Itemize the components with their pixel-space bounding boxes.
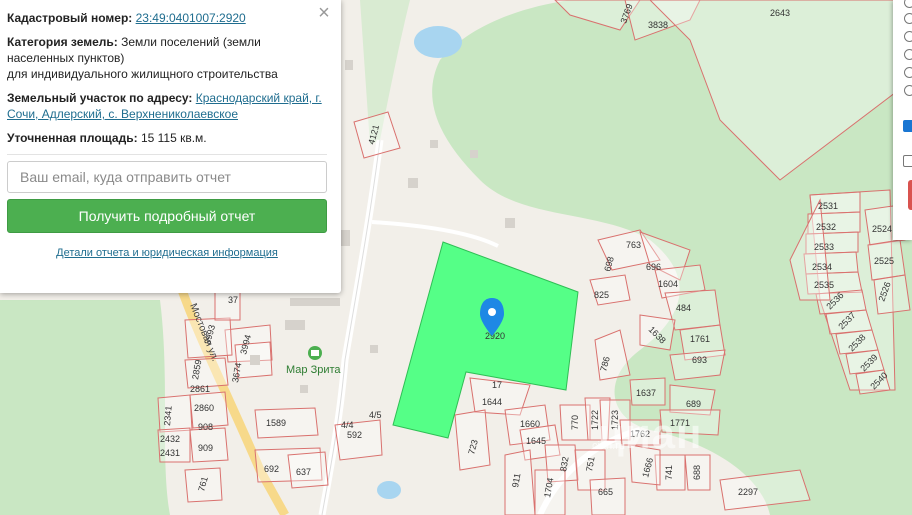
parcel-number: 2525: [874, 256, 894, 266]
parcel-number: 692: [264, 464, 279, 474]
poi-label: Мар Зрита: [286, 364, 341, 376]
parcel-number: 2534: [812, 262, 832, 272]
layer-radio[interactable]: [904, 31, 912, 42]
parcel-number: 1604: [658, 279, 678, 289]
category-use: для индивидуального жилищного строительс…: [7, 67, 278, 81]
parcel-number: 2297: [738, 487, 758, 497]
layer-radio[interactable]: [904, 67, 912, 78]
parcel-number: 2531: [818, 201, 838, 211]
poi-mar-zrita[interactable]: [308, 346, 322, 360]
parcel-number: 696: [646, 262, 661, 272]
parcel-number: 741: [664, 465, 674, 480]
pond: [414, 26, 462, 58]
parcel-number: 1761: [690, 334, 710, 344]
layer-radio[interactable]: [904, 85, 912, 96]
layer-radio[interactable]: [904, 0, 912, 8]
parcel-number: 689: [686, 399, 701, 409]
parcel-number: 4/5: [369, 410, 382, 420]
area-label: Уточненная площадь:: [7, 131, 138, 145]
parcel-info-popup: × Кадастровый номер: 23:49:0401007:2920 …: [0, 0, 341, 293]
parcel-number: 4/4: [341, 420, 354, 430]
divider: [7, 154, 327, 155]
parcel-number: 2341: [162, 405, 174, 426]
parcel-number: 2535: [814, 280, 834, 290]
report-details-link[interactable]: Детали отчета и юридическая информация: [7, 247, 327, 259]
parcel-number: 2643: [770, 8, 790, 18]
cadastral-row: Кадастровый номер: 23:49:0401007:2920: [7, 10, 327, 26]
parcel-number: 2860: [194, 403, 214, 413]
parcel-number: 2533: [814, 242, 834, 252]
close-icon[interactable]: ×: [315, 3, 333, 23]
pond-south: [377, 481, 401, 499]
parcel-number: 665: [598, 487, 613, 497]
parcel-number: 592: [347, 430, 362, 440]
parcel-number: 763: [626, 240, 641, 250]
parcel-number: 1637: [636, 388, 656, 398]
get-report-button[interactable]: Получить подробный отчет: [7, 199, 327, 233]
parcel-number: 484: [676, 303, 691, 313]
layer-radio[interactable]: [904, 49, 912, 60]
parcel-number: 908: [198, 422, 213, 432]
area-value: 15 115 кв.м.: [140, 131, 207, 145]
layer-checkbox[interactable]: [903, 155, 912, 167]
selected-parcel-label: 2920: [485, 331, 505, 341]
email-input[interactable]: [7, 161, 327, 193]
parcel-number: 2861: [190, 384, 210, 394]
parcel-number: 1645: [526, 436, 546, 446]
category-row: Категория земель: Земли поселений (земли…: [7, 34, 327, 82]
forest-area-west: [0, 300, 170, 515]
cadastral-number-link[interactable]: 23:49:0401007:2920: [136, 11, 246, 25]
area-row: Уточненная площадь: 15 115 кв.м.: [7, 130, 327, 146]
panel-action-button[interactable]: [908, 180, 912, 210]
parcel-number: 1644: [482, 397, 502, 407]
parcel-number: 2431: [160, 448, 180, 458]
parcel-number: 17: [492, 380, 502, 390]
parcel-number: 1589: [266, 418, 286, 428]
parcel-number: 2432: [160, 434, 180, 444]
category-label: Категория земель:: [7, 35, 118, 49]
parcel-number: 688: [692, 465, 702, 480]
parcel-number: 909: [198, 443, 213, 453]
layer-checkbox[interactable]: [903, 120, 912, 132]
address-label: Земельный участок по адресу:: [7, 91, 193, 105]
cadastral-label: Кадастровый номер:: [7, 11, 133, 25]
layer-control-panel: [893, 0, 912, 240]
parcel-number: 37: [228, 295, 238, 305]
parcel-number: 825: [594, 290, 609, 300]
parcel-number: 2532: [816, 222, 836, 232]
address-row: Земельный участок по адресу: Краснодарск…: [7, 90, 327, 122]
parcel-number: 3838: [648, 20, 668, 30]
parcel-number: 1660: [520, 419, 540, 429]
parcel-number: 693: [692, 355, 707, 365]
parcel-number: 770: [570, 415, 580, 430]
layer-radio[interactable]: [904, 13, 912, 24]
parcel-number: 637: [296, 467, 311, 477]
watermark-sub: cian.ru: [592, 440, 626, 452]
parcel-number: 2524: [872, 224, 892, 234]
